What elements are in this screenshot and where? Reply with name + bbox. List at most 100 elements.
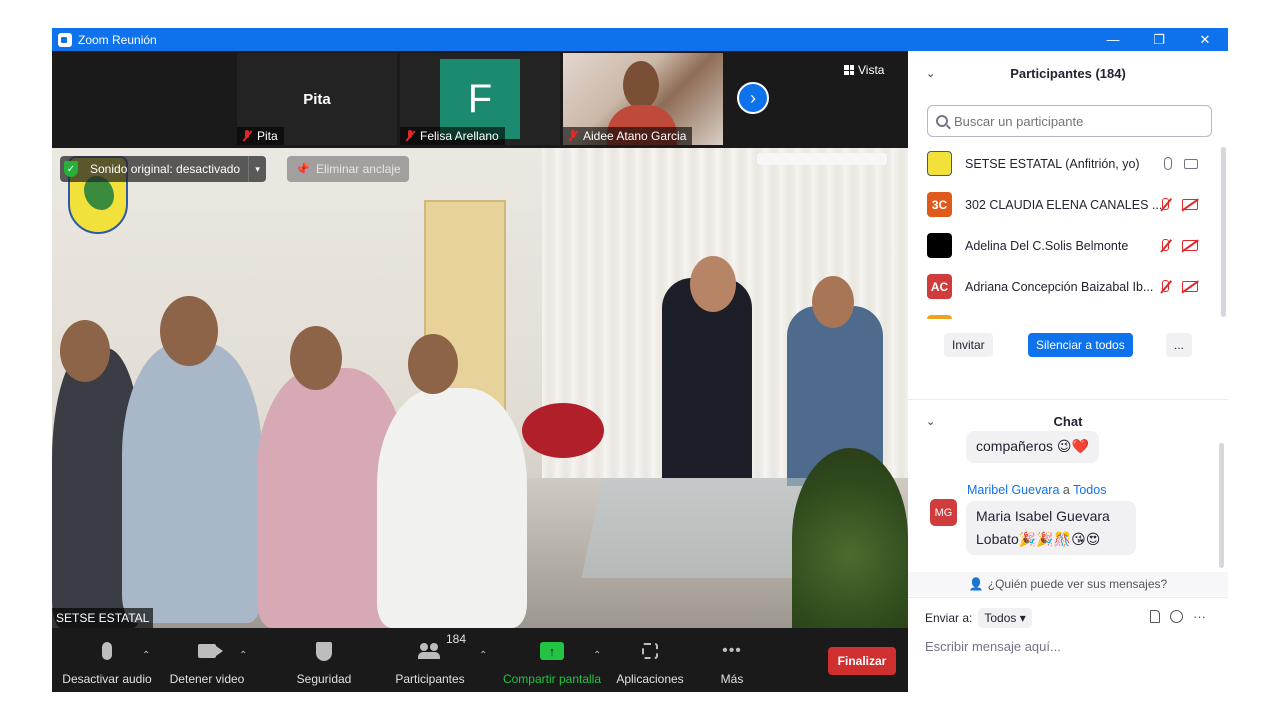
thumbnail-label: Aidee Atano Garcia — [583, 129, 687, 143]
unpin-button[interactable]: 📌 Eliminar anclaje — [287, 156, 409, 182]
chevron-down-icon: ▾ — [1019, 611, 1026, 625]
thumbnail-pita[interactable]: Pita Pita — [237, 53, 397, 145]
participant-status — [1160, 197, 1198, 212]
chat-scrollbar[interactable] — [1219, 443, 1224, 568]
participants-title: Participantes (184) — [1010, 66, 1126, 81]
video-person — [377, 388, 527, 628]
participant-search[interactable] — [927, 105, 1212, 137]
share-options-caret[interactable]: ⌃ — [593, 650, 601, 661]
list-item[interactable]: 3C 302 CLAUDIA ELENA CANALES ... — [908, 184, 1220, 225]
panel-divider — [908, 597, 1228, 598]
chevron-down-icon[interactable]: ⌄ — [926, 415, 935, 428]
send-to-label: Enviar a: — [925, 611, 973, 625]
participant-search-input[interactable] — [954, 113, 1194, 129]
minimize-button[interactable]: — — [1090, 28, 1136, 51]
video-speaker-head — [690, 256, 736, 312]
video-head — [290, 326, 342, 390]
chevron-down-icon[interactable]: ▾ — [248, 156, 267, 182]
close-button[interactable]: ✕ — [1182, 28, 1228, 51]
security-button[interactable]: Seguridad — [288, 628, 360, 692]
search-icon — [936, 115, 948, 127]
thumbnail-label: Felisa Arellano — [420, 129, 499, 143]
video-person — [122, 343, 262, 623]
sender-name: Maribel Guevara — [967, 483, 1060, 497]
audio-options-caret[interactable]: ⌃ — [142, 650, 150, 661]
more-label: Más — [720, 672, 744, 686]
participants-options-caret[interactable]: ⌃ — [479, 650, 487, 661]
thumbnail-felisa[interactable]: F Felisa Arellano — [400, 53, 560, 145]
participants-count: 184 — [446, 632, 467, 646]
file-icon[interactable] — [1150, 610, 1160, 623]
mute-label: Desactivar audio — [62, 672, 152, 686]
participant-status — [1164, 157, 1198, 170]
send-to-row: Enviar a: Todos ▾ — [925, 608, 1032, 628]
sender-target: Todos — [1073, 483, 1107, 497]
mic-muted-icon — [241, 130, 253, 142]
apps-icon — [637, 638, 663, 664]
participant-status — [1160, 238, 1198, 253]
share-screen-button[interactable]: ↑ Compartir pantalla — [500, 628, 604, 692]
window-title: Zoom Reunión — [78, 32, 157, 47]
participants-more-button[interactable]: ... — [1166, 333, 1193, 357]
video-camera-icon — [194, 638, 223, 664]
participant-status — [1160, 279, 1198, 294]
more-button[interactable]: ••• Más — [712, 628, 752, 692]
shield-icon: ✓ — [60, 158, 82, 180]
thumbnail-label: Pita — [257, 129, 278, 143]
participant-name: Adelina Del C.Solis Belmonte — [965, 238, 1129, 253]
chat-message: Maria Isabel Guevara Lobato🎉🎉🎊😘😍 — [966, 501, 1136, 555]
video-options-caret[interactable]: ⌃ — [239, 650, 247, 661]
share-screen-icon: ↑ — [539, 638, 565, 664]
video-christmas-tree — [792, 448, 908, 628]
unpin-label: Eliminar anclaje — [315, 162, 401, 176]
chevron-down-icon[interactable]: ⌄ — [926, 67, 935, 80]
thumbnail-aidee[interactable]: Aidee Atano Garcia — [563, 53, 723, 145]
who-can-see-link[interactable]: 👤 ¿Quién puede ver sus mensajes? — [908, 572, 1228, 596]
video-person-right-head — [812, 276, 854, 328]
next-page-button[interactable]: › — [737, 82, 769, 114]
video-off-icon — [1182, 281, 1198, 292]
list-item[interactable]: AC Adriana Concepción Baizabal Ib... — [908, 266, 1220, 307]
send-to-select[interactable]: Todos ▾ — [978, 608, 1032, 628]
apps-label: Aplicaciones — [616, 672, 684, 686]
participants-label: Participantes — [395, 672, 465, 686]
list-item[interactable] — [908, 307, 1220, 319]
mic-muted-icon — [567, 130, 579, 142]
mute-all-button[interactable]: Silenciar a todos — [1028, 333, 1133, 357]
panel-divider — [908, 399, 1228, 400]
pin-icon: 📌 — [295, 162, 310, 176]
security-label: Seguridad — [296, 672, 352, 686]
send-to-value: Todos — [984, 611, 1017, 625]
view-button[interactable]: Vista — [844, 63, 884, 77]
participants-actions: Invitar Silenciar a todos ... — [908, 333, 1228, 367]
restore-button[interactable]: ❐ — [1136, 28, 1182, 51]
original-sound-label: Sonido original: desactivado — [90, 162, 241, 176]
share-label: Compartir pantalla — [502, 672, 602, 686]
invite-button[interactable]: Invitar — [944, 333, 993, 357]
avatar: 3C — [927, 192, 952, 217]
apps-button[interactable]: Aplicaciones — [612, 628, 688, 692]
emoji-icon[interactable] — [1170, 610, 1183, 623]
side-panel: ⌄ Participantes (184) SETSE ESTATAL (Anf… — [908, 51, 1228, 692]
video-head — [60, 320, 110, 382]
end-meeting-button[interactable]: Finalizar — [828, 647, 896, 675]
title-bar: Zoom Reunión — ❐ ✕ — [52, 28, 1228, 51]
avatar: MG — [930, 499, 957, 526]
video-label: Detener video — [169, 672, 245, 686]
participants-scrollbar[interactable] — [1221, 147, 1226, 317]
meeting-area: Pita Pita F Felisa Arellano Aidee Atano … — [52, 51, 908, 692]
original-sound-control[interactable]: ✓ Sonido original: desactivado ▾ — [60, 156, 267, 182]
mic-muted-icon — [1160, 238, 1170, 253]
participant-name: 302 CLAUDIA ELENA CANALES ... — [965, 197, 1163, 212]
participants-header: ⌄ Participantes (184) — [908, 51, 1228, 96]
chat-message-input[interactable] — [925, 635, 1215, 657]
more-dots-icon[interactable]: ··· — [1193, 609, 1206, 624]
mic-muted-icon — [404, 130, 416, 142]
video-head — [160, 296, 218, 366]
participant-name: SETSE ESTATAL (Anfitrión, yo) — [965, 156, 1140, 171]
stop-video-button[interactable]: Detener video — [164, 628, 250, 692]
list-item[interactable]: Adelina Del C.Solis Belmonte — [908, 225, 1220, 266]
list-item[interactable]: SETSE ESTATAL (Anfitrión, yo) — [908, 143, 1220, 184]
participants-list: SETSE ESTATAL (Anfitrión, yo) 3C 302 CLA… — [908, 143, 1220, 319]
video-face — [623, 61, 659, 109]
